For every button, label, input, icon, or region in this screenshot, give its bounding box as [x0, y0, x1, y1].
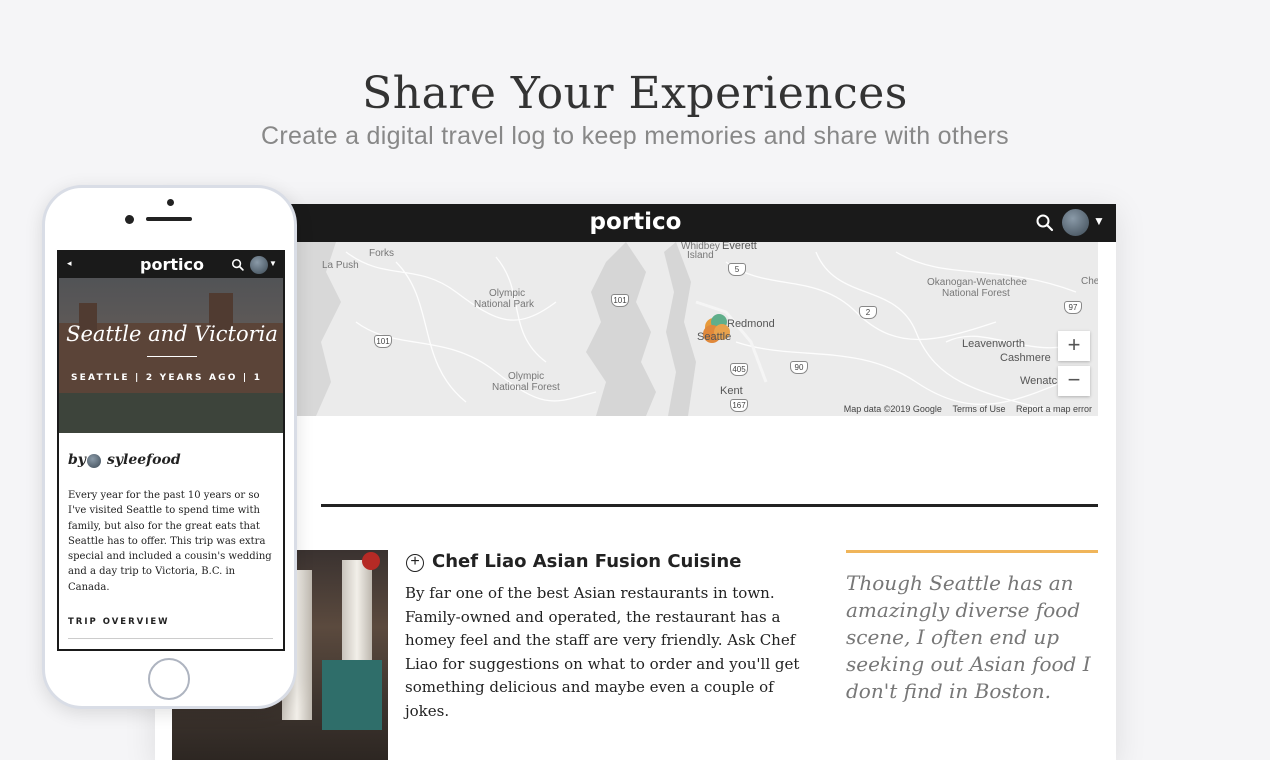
desktop-logo[interactable]: portico	[155, 209, 1116, 235]
highway-shield-167: 167	[730, 399, 748, 412]
map-label-cashmere: Cashmere	[1000, 352, 1051, 364]
map-label-redmond: Redmond	[727, 318, 775, 330]
phone-camera	[167, 199, 174, 206]
avatar[interactable]	[250, 256, 268, 274]
trip-title-underline	[147, 356, 197, 357]
highway-shield-101-north: 101	[611, 294, 629, 307]
phone-screen: ◂ portico ▼ Seattle and Victoria SEATTLE…	[57, 250, 285, 651]
section-divider	[321, 504, 1098, 507]
plus-circle-icon[interactable]: +	[406, 554, 424, 572]
phone-mock: ◂ portico ▼ Seattle and Victoria SEATTLE…	[42, 185, 297, 709]
restaurant-description: By far one of the best Asian restaurants…	[405, 584, 800, 720]
author-avatar[interactable]	[87, 454, 101, 468]
map-label-wenatchee: Wenatc	[1020, 375, 1058, 387]
map-label-seattle: Seattle	[697, 331, 732, 343]
search-icon[interactable]	[1035, 213, 1055, 233]
avatar[interactable]	[1062, 209, 1089, 236]
desktop-navbar: portico ▼	[155, 204, 1116, 242]
trip-description: Every year for the past 10 years or so I…	[68, 490, 272, 593]
highway-shield-90: 90	[790, 361, 808, 374]
highway-shield-405: 405	[730, 363, 748, 376]
map-label-la-push: La Push	[322, 260, 359, 271]
highway-shield-5: 5	[728, 263, 746, 276]
map-report-error-link[interactable]: Report a map error	[1016, 404, 1092, 414]
trip-overview-heading: TRIP OVERVIEW	[68, 617, 170, 627]
search-icon[interactable]	[231, 258, 245, 272]
caret-down-icon[interactable]: ▼	[1093, 214, 1105, 228]
map-label-leavenworth: Leavenworth	[962, 338, 1025, 350]
map-zoom-in-button[interactable]: +	[1058, 331, 1090, 361]
highway-shield-97: 97	[1064, 301, 1082, 314]
overview-divider	[68, 638, 273, 639]
mobile-navbar: ◂ portico ▼	[59, 252, 283, 278]
phone-sensor	[125, 215, 134, 224]
map-label-olympic-nf-1: Olympic	[508, 371, 545, 382]
map-label-olympic-np-2: National Park	[474, 299, 535, 310]
phone-home-button	[148, 658, 190, 700]
quote-accent-line	[846, 550, 1098, 553]
map-label-okanogan-1: Okanogan-Wenatchee	[927, 277, 1027, 288]
map-label-okanogan-2: National Forest	[942, 288, 1010, 299]
highway-shield-2: 2	[859, 306, 877, 319]
map-footer: Map data ©2019 Google Terms of Use Repor…	[836, 404, 1092, 414]
map-terrain	[296, 242, 1098, 416]
restaurant-name[interactable]: Chef Liao Asian Fusion Cuisine	[432, 551, 741, 572]
map-label-everett: Everett	[722, 242, 757, 252]
author-name[interactable]: syleefood	[107, 452, 181, 468]
map-zoom-out-button[interactable]: −	[1058, 366, 1090, 396]
map-label-olympic-nf-2: National Forest	[492, 382, 560, 393]
hero-subtitle: Create a digital travel log to keep memo…	[261, 122, 1009, 150]
map-label-chelan: Che	[1081, 276, 1098, 287]
trip-map[interactable]: La Push Forks Whidbey Island Everett Oly…	[296, 242, 1098, 416]
caret-down-icon[interactable]: ▼	[269, 259, 277, 268]
author-by-label: by	[68, 452, 86, 468]
map-label-kent: Kent	[720, 385, 743, 397]
trip-hero-image: Seattle and Victoria SEATTLE | 2 YEARS A…	[59, 278, 283, 433]
pull-quote: Though Seattle has an amazingly diverse …	[846, 571, 1091, 703]
trip-title: Seattle and Victoria	[66, 322, 278, 346]
map-label-forks: Forks	[369, 248, 394, 259]
map-label-olympic-np-1: Olympic	[489, 288, 526, 299]
map-label-island: Island	[687, 250, 714, 261]
trip-meta: SEATTLE | 2 YEARS AGO | 1	[71, 373, 263, 383]
highway-shield-101-west: 101	[374, 335, 392, 348]
hero-title: Share Your Experiences	[362, 68, 908, 119]
phone-speaker	[146, 217, 192, 221]
desktop-browser-mock: portico ▼ La Push Forks Whidbey Island E…	[155, 204, 1116, 760]
map-data-attribution: Map data ©2019 Google	[843, 404, 942, 414]
map-terms-link[interactable]: Terms of Use	[952, 404, 1005, 414]
